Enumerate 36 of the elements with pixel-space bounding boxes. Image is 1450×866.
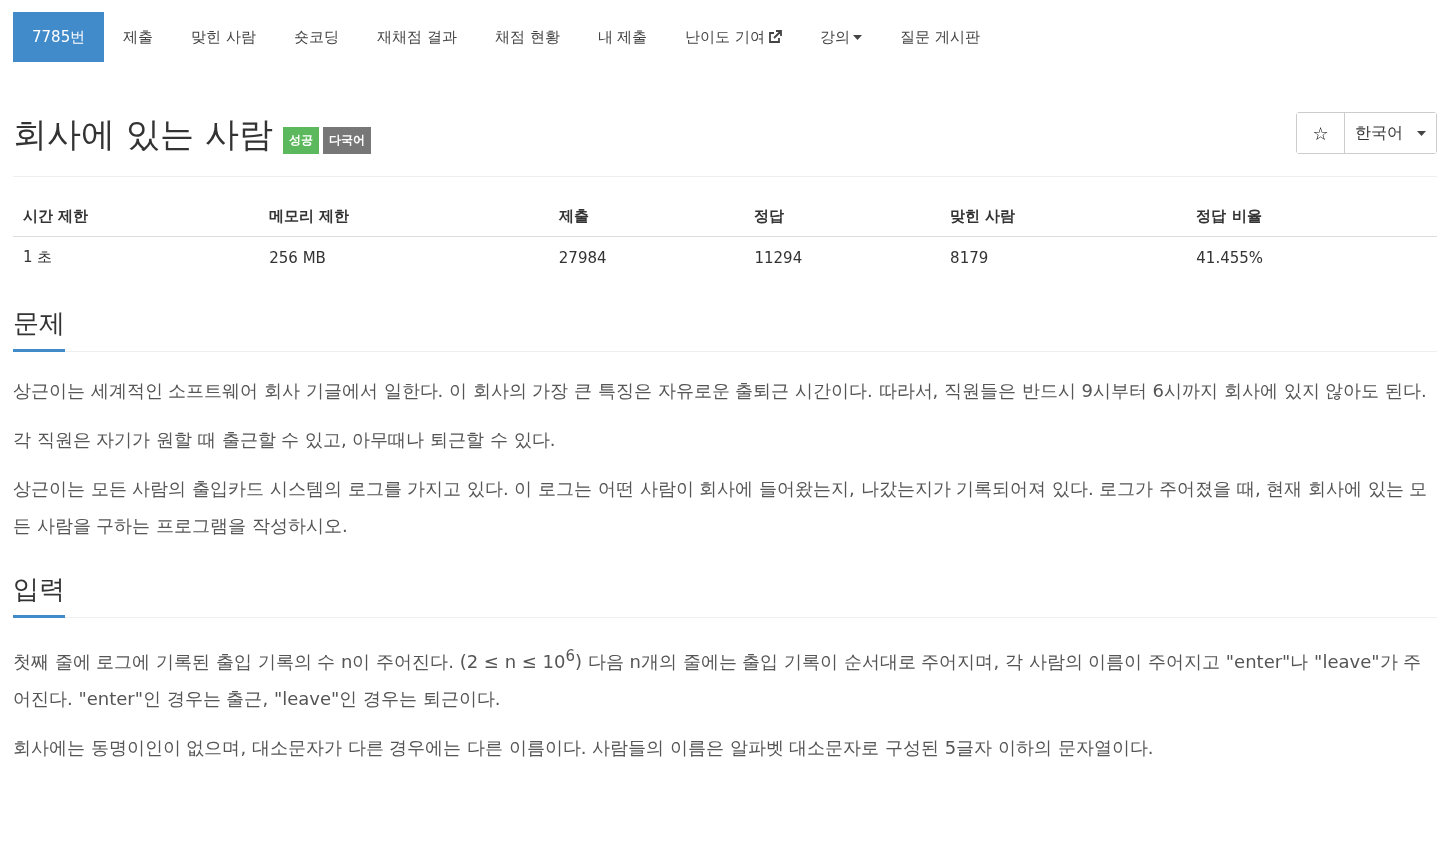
nav-tab[interactable]: 7785번 (13, 12, 105, 62)
caret-icon (853, 34, 863, 40)
section-heading: 입력 (13, 572, 65, 618)
label-badge: 다국어 (322, 127, 371, 154)
column-header: 맞힌 사람 (940, 197, 1187, 237)
nav-tab[interactable]: 난이도 기여 (666, 12, 802, 62)
label-badge: 성공 (282, 127, 319, 154)
star-button[interactable]: ☆ (1297, 113, 1345, 153)
paragraph: 회사에는 동명이인이 없으며, 대소문자가 다른 경우에는 다른 이름이다. 사람들의 이름은 알파벳 대소문자로 구성된 5글자 이하의 문자열이다. (13, 736, 1155, 760)
column-header: 정답 비율 (1186, 197, 1437, 237)
table-cell: 1 초 (13, 236, 260, 278)
table-cell: 27984 (548, 236, 745, 278)
paragraph: 각 직원은 자기가 원할 때 출근할 수 있고, 아무때나 퇴근할 수 있다. (13, 428, 557, 452)
column-header: 제출 (548, 197, 745, 237)
caret-icon (1417, 130, 1426, 136)
nav-tab[interactable]: 숏코딩 (274, 12, 358, 62)
section-heading: 문제 (13, 306, 65, 352)
table-cell: 8179 (940, 236, 1187, 278)
paragraph: 상근이는 모든 사람의 출입카드 시스템의 로그를 가지고 있다. 이 로그는 어떤 사람이 회사에 들어왔는지, 나갔는지가 기록되어져 있다. 로그가 주어졌을 때, 현재 회사에 있는 모든 사람을 구하는 프로그램을 작성하시오. (13, 477, 1429, 538)
paragraph: 상근이는 세계적인 소프트웨어 회사 기글에서 일한다. 이 회사의 가장 큰 특징은 자유로운 출퇴근 시간이다. 따라서, 직원들은 반드시 9시부터 6시까지 회사에 있지 않아도 된다. (13, 379, 1428, 403)
nav-tab[interactable]: 맞힌 사람 (172, 12, 275, 62)
table-cell: 41.455% (1186, 236, 1437, 278)
nav-tab[interactable]: 강의 (801, 12, 882, 62)
nav-tab[interactable]: 내 제출 (578, 12, 667, 62)
column-header: 정답 (744, 197, 941, 237)
nav-tab[interactable]: 제출 (104, 12, 173, 62)
table-cell: 11294 (744, 236, 941, 278)
nav-tab[interactable]: 재채점 결과 (357, 12, 476, 62)
table-cell: 256 MB (259, 236, 549, 278)
paragraph: 첫째 줄에 로그에 기록된 출입 기록의 수 n이 주어진다. (2 ≤ n ≤ 10$^{6}$) 다음 n개의 줄에는 출입 기록이 순서대로 주어지며, 각 사람의 이름이 주어지고 "enter"나 "leave"가 주어진다. "enter"인 경우는 출근, "leave"인 경우는 퇴근이다. (13, 646, 1423, 711)
column-header: 메모리 제한 (259, 197, 549, 237)
nav-tab[interactable]: 채점 현황 (475, 12, 579, 62)
problem-title: 회사에 있는 사람 (13, 113, 273, 156)
column-header: 시간 제한 (13, 197, 260, 237)
nav-tab[interactable]: 질문 게시판 (881, 12, 999, 62)
external-link-icon (768, 30, 783, 44)
